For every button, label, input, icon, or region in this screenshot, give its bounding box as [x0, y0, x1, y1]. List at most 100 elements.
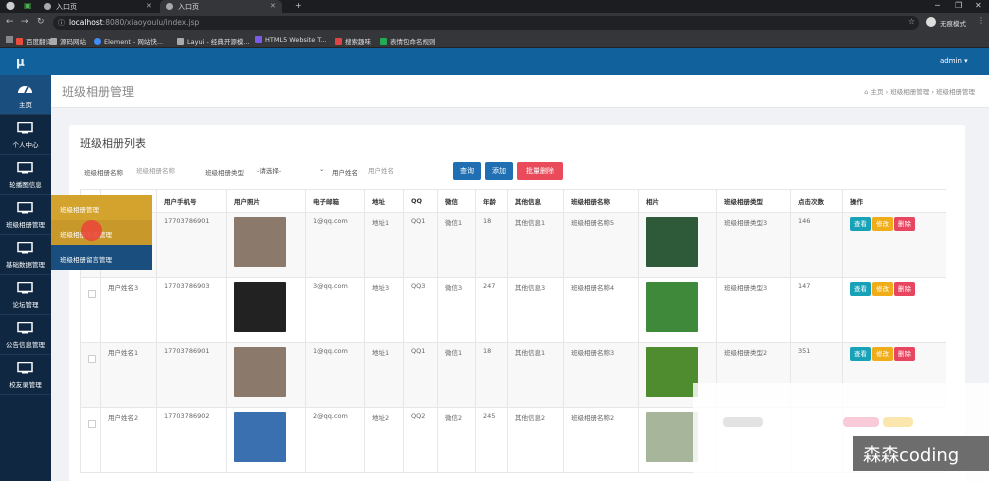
- folder-icon: [50, 38, 57, 45]
- user-photo[interactable]: [234, 347, 286, 397]
- bookmark-item[interactable]: HTML5 Website T...: [255, 36, 327, 44]
- breadcrumb-item[interactable]: 主页: [871, 88, 884, 96]
- table-header-row: 用户手机号 用户照片 电子邮箱 地址 QQ 微信 年龄 其他信息 班级相册名称 …: [80, 189, 946, 213]
- album-photo-cell: [638, 277, 717, 343]
- search-type-label: 班级相册类型: [205, 169, 244, 177]
- sidebar-item-carousel[interactable]: 轮播图信息: [0, 155, 51, 195]
- delete-button[interactable]: 删除: [894, 347, 915, 361]
- column-header: QQ: [403, 189, 438, 213]
- bookmark-item[interactable]: 源码网站: [50, 36, 86, 46]
- album-name-input[interactable]: 班级相册名称: [136, 165, 196, 177]
- bookmark-item[interactable]: Layui - 经典开源模...: [177, 36, 250, 46]
- edit-button[interactable]: 修改: [872, 282, 893, 296]
- reload-icon[interactable]: ↻: [37, 17, 45, 27]
- sidebar-item-label: 基础数据管理: [6, 261, 45, 269]
- element-logo-icon: [94, 38, 101, 45]
- age-cell: 18: [475, 212, 508, 278]
- url-host: localhost: [69, 18, 103, 27]
- browser-tab-active[interactable]: 入口页 ✕: [160, 0, 282, 13]
- submenu-item-album-comments[interactable]: 班级相册留言管理: [51, 245, 152, 270]
- sidebar-item-home[interactable]: 主页: [0, 75, 51, 115]
- wechat-cell: 微信1: [437, 342, 476, 408]
- browser-tab[interactable]: 入口页 ✕: [38, 0, 158, 13]
- sidebar-item-album[interactable]: 班级相册管理: [0, 195, 51, 235]
- album-photo[interactable]: [646, 282, 698, 332]
- other-info-cell: 其他信息3: [507, 277, 564, 343]
- url-input[interactable]: ⓘ localhost:8080/xiaoyoulu/index.jsp ☆: [53, 16, 919, 30]
- user-photo[interactable]: [234, 217, 286, 267]
- monitor-icon: [17, 202, 33, 214]
- view-button[interactable]: 查看: [850, 282, 871, 296]
- sidebar-item-notice[interactable]: 公告信息管理: [0, 315, 51, 355]
- edit-button[interactable]: 修改: [872, 217, 893, 231]
- more-menu-icon[interactable]: ⋮: [977, 16, 985, 25]
- browser-menu-icon[interactable]: ⬤: [6, 1, 15, 10]
- sidebar-item-basic-data[interactable]: 基础数据管理: [0, 235, 51, 275]
- actions-cell: 查看 修改 删除: [842, 212, 946, 278]
- row-checkbox[interactable]: [88, 420, 96, 428]
- search-name-label: 班级相册名称: [84, 169, 123, 177]
- close-icon[interactable]: ✕: [270, 2, 276, 10]
- qq-cell: QQ3: [403, 277, 438, 343]
- row-checkbox[interactable]: [88, 355, 96, 363]
- maximize-icon[interactable]: ❐: [955, 1, 962, 10]
- column-header: 微信: [437, 189, 476, 213]
- delete-button[interactable]: 删除: [894, 217, 915, 231]
- sidebar-item-profile[interactable]: 个人中心: [0, 115, 51, 155]
- search-user-label: 用户姓名: [332, 169, 358, 177]
- breadcrumb-item[interactable]: 班级相册管理: [890, 88, 929, 96]
- album-name-cell: 班级相册名称2: [563, 407, 639, 473]
- album-type-select[interactable]: -请选择- ⌄: [257, 165, 327, 177]
- user-name-cell: 用户姓名1: [100, 342, 157, 408]
- wechat-cell: 微信3: [437, 277, 476, 343]
- user-photo[interactable]: [234, 282, 286, 332]
- apps-grid-icon[interactable]: [6, 36, 13, 43]
- tab-search-icon[interactable]: ▣: [24, 1, 32, 10]
- bookmark-item[interactable]: Element - 网站快...: [94, 36, 163, 46]
- minimize-icon[interactable]: ─: [935, 1, 940, 10]
- album-name-cell: 班级相册名称4: [563, 277, 639, 343]
- sidebar-item-label: 主页: [19, 101, 32, 109]
- bookmark-item[interactable]: 百度翻译: [16, 36, 52, 46]
- album-photo[interactable]: [646, 347, 698, 397]
- profile-label[interactable]: 无痕模式: [940, 18, 966, 28]
- album-photo[interactable]: [646, 412, 698, 462]
- user-photo[interactable]: [234, 412, 286, 462]
- app-logo: μ: [16, 55, 25, 69]
- album-photo[interactable]: [646, 217, 698, 267]
- qq-cell: QQ1: [403, 212, 438, 278]
- back-icon[interactable]: ←: [6, 17, 14, 27]
- batch-delete-button[interactable]: 批量删除: [517, 162, 563, 180]
- view-button[interactable]: 查看: [850, 217, 871, 231]
- sidebar-item-forum[interactable]: 论坛管理: [0, 275, 51, 315]
- address-cell: 地址1: [364, 212, 404, 278]
- forward-icon[interactable]: →: [21, 17, 29, 27]
- other-info-cell: 其他信息2: [507, 407, 564, 473]
- window-close-icon[interactable]: ✕: [975, 1, 982, 10]
- add-button[interactable]: 添加: [485, 162, 513, 180]
- user-name-input[interactable]: 用户姓名: [368, 165, 438, 177]
- search-button[interactable]: 查询: [453, 162, 481, 180]
- view-button[interactable]: 查看: [850, 347, 871, 361]
- email-cell: 1@qq.com: [305, 342, 365, 408]
- edit-button[interactable]: 修改: [872, 347, 893, 361]
- user-menu[interactable]: admin ▾: [940, 57, 968, 65]
- delete-button[interactable]: 删除: [894, 282, 915, 296]
- blurred-element: [723, 417, 763, 427]
- info-icon[interactable]: ⓘ: [58, 18, 65, 28]
- table-row: 17703786901 1@qq.com 地址1 QQ1 微信1 18 其他信息…: [80, 212, 946, 278]
- sidebar-item-alumni[interactable]: 校友录管理: [0, 355, 51, 395]
- bookmark-item[interactable]: 表情包命名规则: [380, 36, 436, 46]
- bookmark-item[interactable]: 搜索趣味: [335, 36, 371, 46]
- app-header: μ admin ▾: [0, 48, 989, 75]
- close-icon[interactable]: ✕: [146, 2, 152, 10]
- bookmark-favicon-icon: [16, 38, 23, 45]
- browser-tab-strip: ⬤ ▣ 入口页 ✕ 入口页 ✕ + ─ ❐ ✕: [0, 0, 989, 13]
- age-cell: 18: [475, 342, 508, 408]
- qq-cell: QQ2: [403, 407, 438, 473]
- row-checkbox[interactable]: [88, 290, 96, 298]
- bookmark-star-icon[interactable]: ☆: [908, 17, 915, 26]
- new-tab-button[interactable]: +: [295, 1, 302, 10]
- submenu-item-album-manage[interactable]: 班级相册管理: [51, 195, 152, 220]
- tab-title: 入口页: [178, 3, 199, 11]
